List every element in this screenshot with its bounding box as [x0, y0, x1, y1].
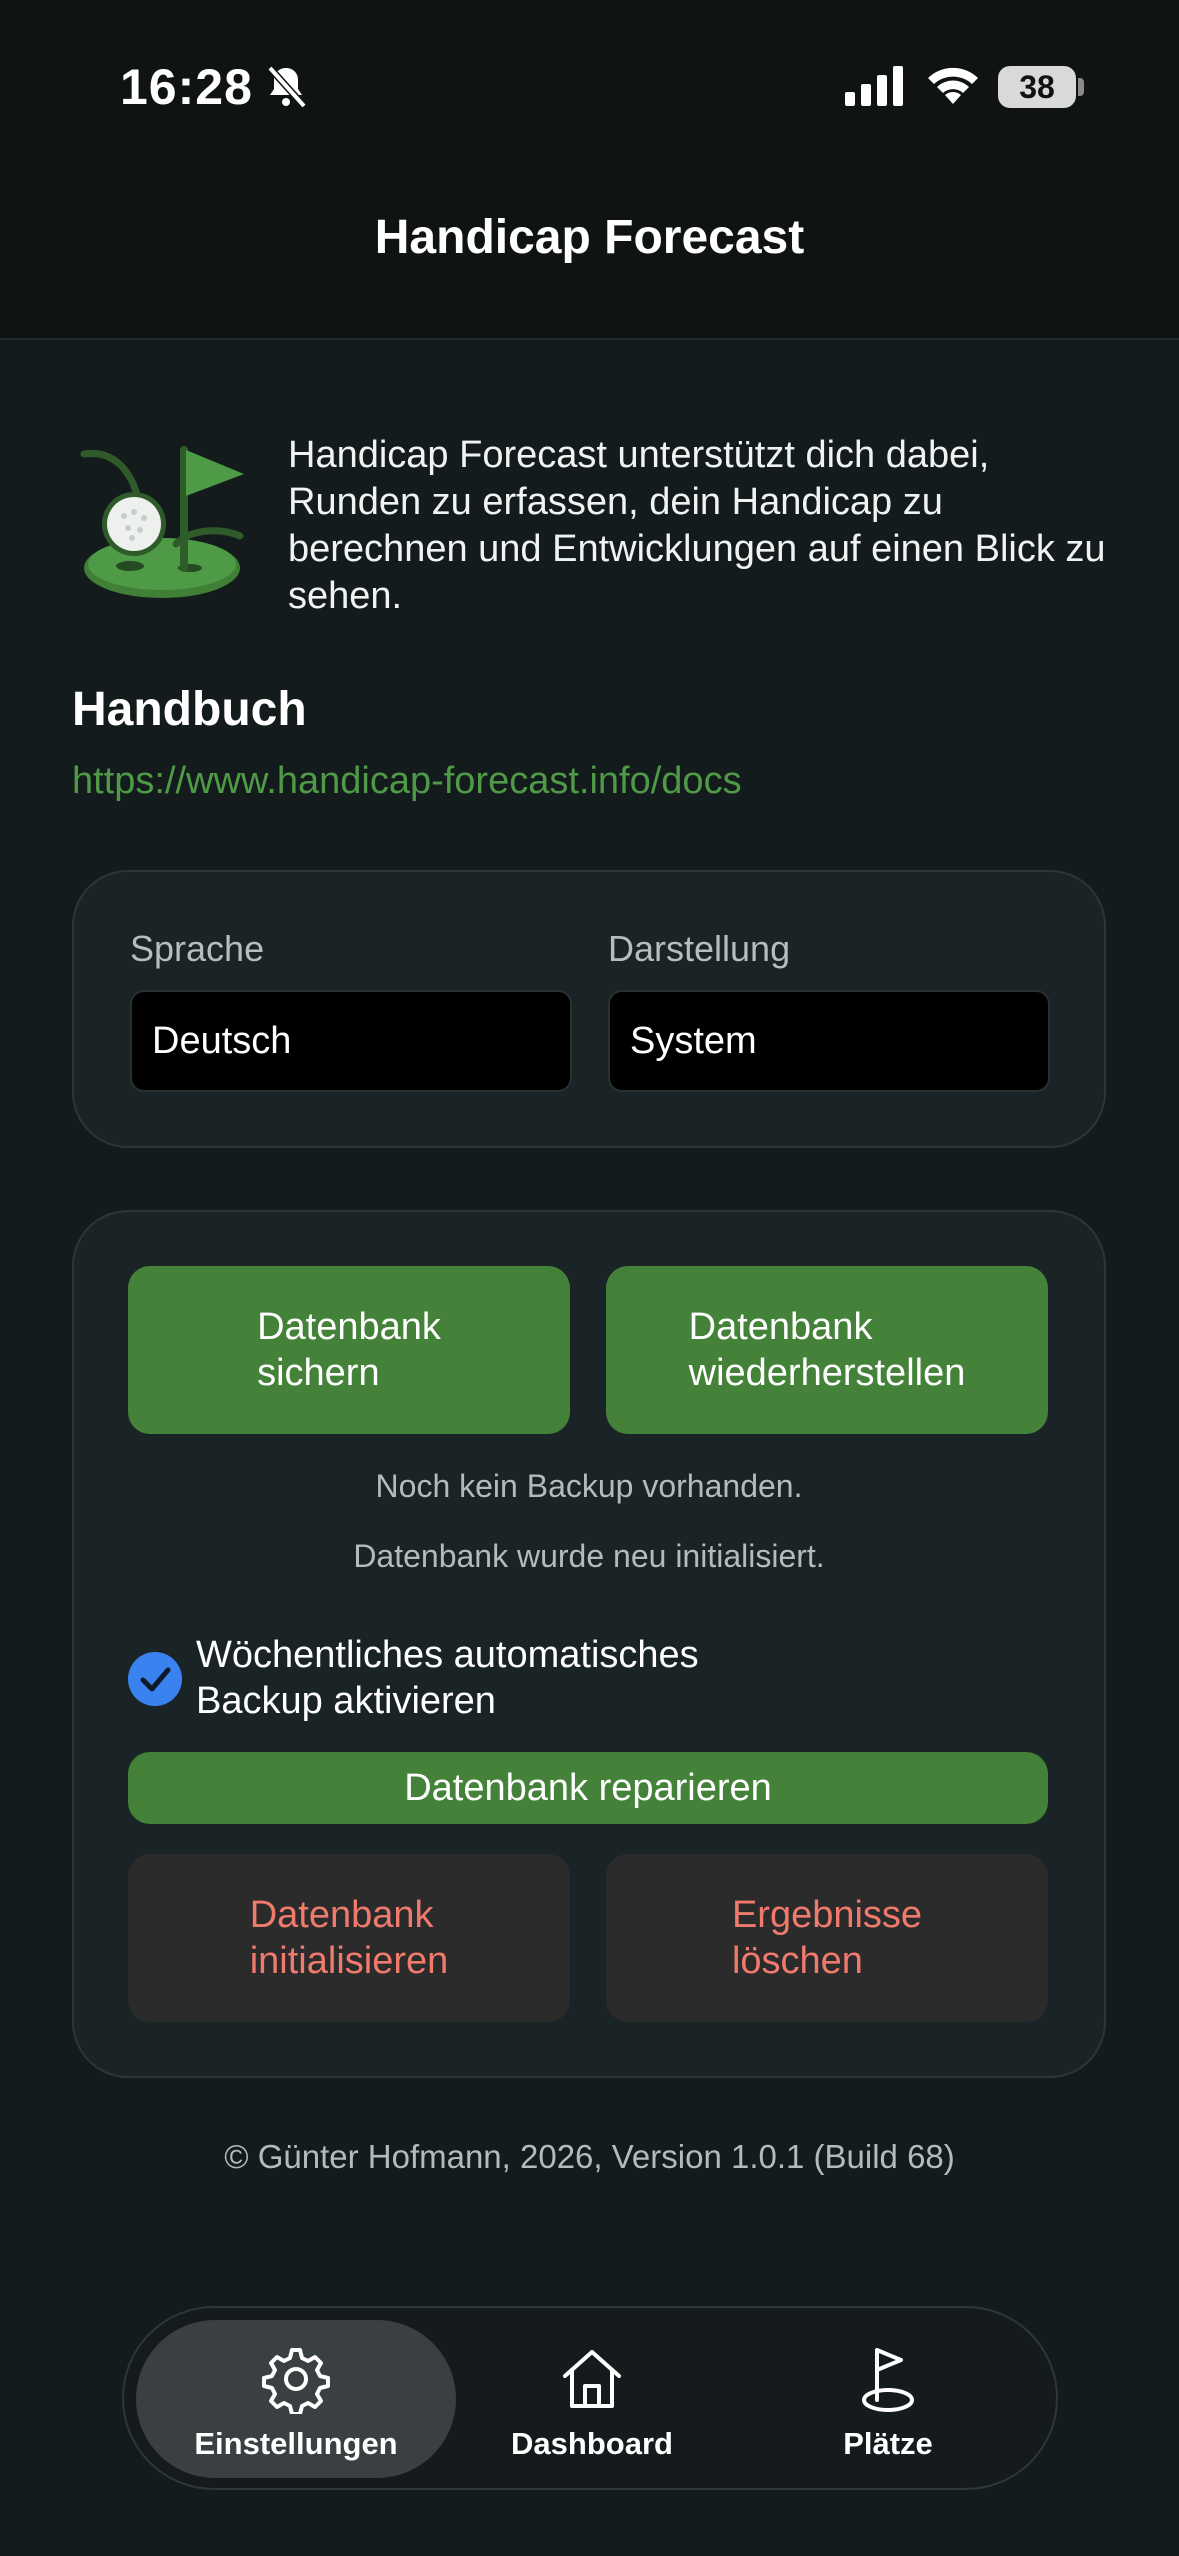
backup-line-1: Datenbank — [257, 1306, 441, 1348]
auto-backup-line-1: Wöchentliches automatisches — [196, 1634, 699, 1676]
init-line-1: Datenbank — [249, 1894, 434, 1936]
golf-logo-icon — [80, 446, 244, 598]
manual-link[interactable]: https://www.handicap-forecast.info/docs — [72, 760, 742, 803]
settings-card: Sprache Deutsch Darstellung System — [72, 870, 1106, 1148]
top-bar: 16:28 38 Handicap Forecast — [0, 0, 1179, 340]
battery-level: 38 — [1019, 69, 1055, 105]
delete-line-2: löschen — [731, 1940, 863, 1982]
init-line-2: initialisieren — [249, 1940, 449, 1982]
language-select[interactable]: Deutsch — [130, 990, 572, 1092]
tab-label-plaetze: Plätze — [843, 2426, 933, 2461]
appearance-select[interactable]: System — [608, 990, 1050, 1092]
backup-database-button[interactable]: Datenbank sichern — [128, 1266, 570, 1434]
tab-label-dashboard: Dashboard — [511, 2426, 673, 2461]
tab-einstellungen[interactable]: Einstellungen — [146, 2308, 446, 2492]
wifi-icon — [928, 67, 978, 104]
tab-dashboard[interactable]: Dashboard — [442, 2308, 742, 2492]
repair-database-button[interactable]: Datenbank reparieren — [128, 1752, 1048, 1824]
tab-plaetze[interactable]: Plätze — [738, 2308, 1038, 2492]
backup-database-label: Datenbank sichern — [257, 1304, 441, 1396]
delete-results-button[interactable]: Ergebnisse löschen — [606, 1854, 1048, 2022]
init-status-text: Datenbank wurde neu initialisiert. — [353, 1538, 825, 1574]
checkmark-icon — [140, 1667, 171, 1692]
database-card: Datenbank sichern Datenbank wiederherste… — [72, 1210, 1106, 2078]
copyright-footer: © Günter Hofmann, 2026, Version 1.0.1 (B… — [224, 2138, 955, 2175]
bell-muted-icon — [267, 65, 307, 109]
restore-line-2: wiederherstellen — [688, 1352, 966, 1394]
restore-line-1: Datenbank — [688, 1306, 873, 1348]
language-label: Sprache — [130, 928, 265, 969]
page-title: Handicap Forecast — [374, 211, 805, 264]
auto-backup-line-2: Backup aktivieren — [196, 1680, 496, 1722]
manual-heading: Handbuch — [72, 683, 307, 736]
signal-icon — [845, 66, 903, 106]
delete-line-1: Ergebnisse — [731, 1894, 923, 1936]
delete-results-label: Ergebnisse löschen — [732, 1892, 922, 1984]
auto-backup-label[interactable]: Wöchentliches automatisches Backup aktiv… — [196, 1632, 796, 1724]
backup-line-2: sichern — [257, 1352, 380, 1394]
appearance-label: Darstellung — [608, 928, 791, 969]
backup-status-text: Noch kein Backup vorhanden. — [375, 1468, 803, 1504]
battery-tip — [1078, 78, 1084, 96]
status-time: 16:28 — [120, 59, 253, 115]
tab-label-einstellungen: Einstellungen — [194, 2426, 398, 2461]
auto-backup-checkbox[interactable] — [128, 1652, 182, 1706]
restore-database-label: Datenbank wiederherstellen — [689, 1304, 966, 1396]
restore-database-button[interactable]: Datenbank wiederherstellen — [606, 1266, 1048, 1434]
initialize-database-label: Datenbank initialisieren — [250, 1892, 449, 1984]
home-icon — [563, 2350, 621, 2408]
tab-bar: Einstellungen Dashboard Plätze — [122, 2306, 1058, 2490]
initialize-database-button[interactable]: Datenbank initialisieren — [128, 1854, 570, 2022]
gear-icon — [262, 2348, 330, 2414]
flag-icon — [862, 2348, 914, 2412]
intro-text: Handicap Forecast unterstützt dich dabei… — [288, 434, 1106, 617]
